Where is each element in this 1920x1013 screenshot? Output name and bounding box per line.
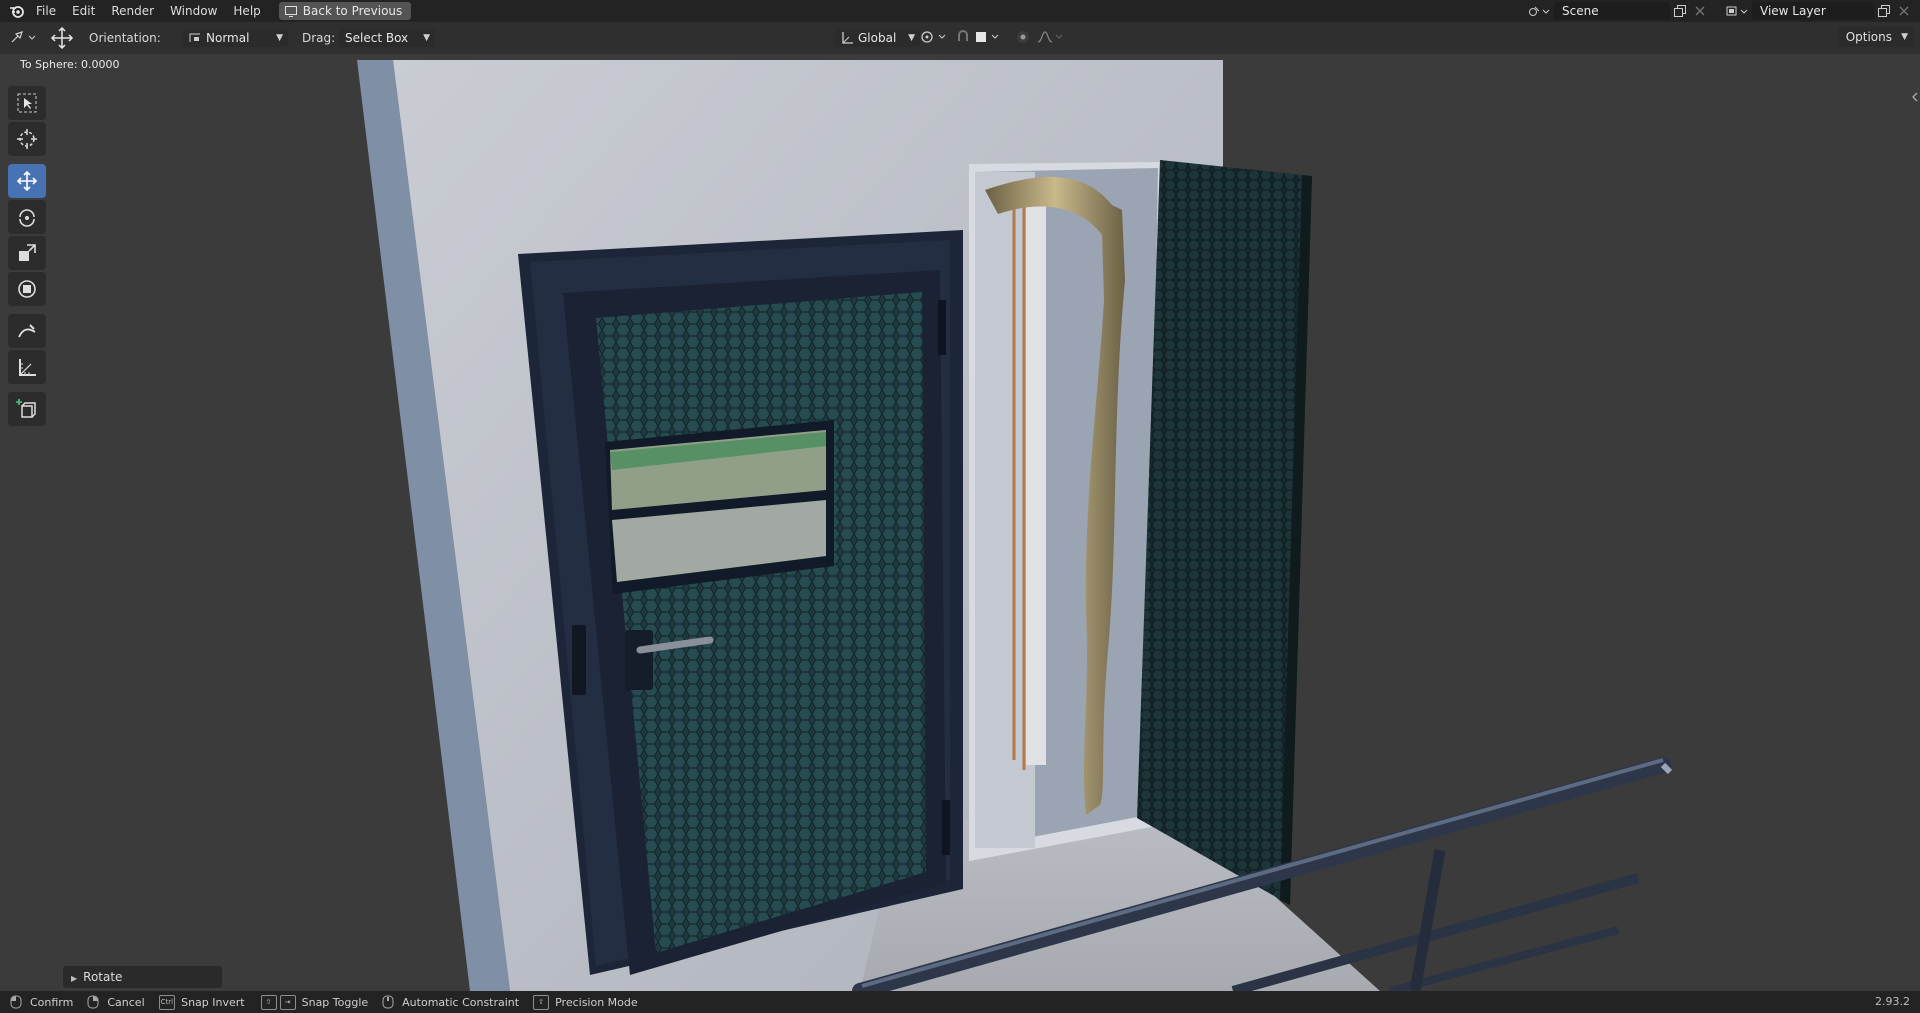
tool-rotate[interactable]: [8, 200, 46, 234]
new-scene-icon[interactable]: [1670, 2, 1690, 20]
transform-icon: [18, 280, 36, 298]
tool-annotate[interactable]: [8, 314, 46, 348]
mouse-right-icon: [87, 995, 99, 1009]
menu-file[interactable]: File: [28, 0, 64, 22]
scene-name-field[interactable]: Scene: [1554, 2, 1670, 20]
tool-select-box[interactable]: [8, 86, 46, 120]
mouse-middle-icon: [382, 995, 394, 1009]
orientation-label: Orientation:: [89, 31, 161, 45]
chevron-down-icon: ▼: [908, 33, 915, 43]
back-to-previous-button[interactable]: Back to Previous: [278, 2, 412, 20]
pivot-point-icon[interactable]: [920, 29, 950, 47]
menu-window[interactable]: Window: [162, 0, 225, 22]
measure-icon: [19, 359, 36, 376]
tool-move[interactable]: [8, 164, 46, 198]
chevron-down-icon: ▼: [276, 33, 283, 43]
status-automatic-constraint-label: Automatic Constraint: [402, 995, 520, 1009]
drag-value: Select Box: [345, 31, 409, 45]
blender-logo-icon[interactable]: [6, 0, 28, 22]
status-snap-invert: Ctrl Snap Invert: [158, 994, 245, 1010]
status-snap-toggle-label: Snap Toggle: [301, 995, 369, 1009]
transform-space-value: Global: [858, 31, 897, 45]
menu-render[interactable]: Render: [103, 0, 162, 22]
orientation-value: Normal: [206, 31, 250, 45]
status-cancel: Cancel: [87, 995, 145, 1009]
tab-key-icon: ⇥: [279, 994, 296, 1010]
orientation-dropdown[interactable]: Normal ▼: [182, 29, 288, 47]
annotate-icon: [18, 324, 36, 338]
status-precision-mode: ⇧ Precision Mode: [533, 994, 638, 1010]
tool-measure[interactable]: [8, 350, 46, 384]
delete-view-layer-icon[interactable]: [1894, 2, 1914, 20]
status-automatic-constraint: Automatic Constraint: [382, 995, 519, 1009]
top-menu-bar: File Edit Render Window Help Back to Pre…: [0, 0, 1920, 22]
view-layer-selector: View Layer: [1722, 0, 1914, 22]
move-tool-header-icon: [50, 26, 74, 50]
status-cancel-label: Cancel: [107, 995, 145, 1009]
ctrl-key-icon: Ctrl: [158, 994, 176, 1010]
global-axes-icon: [842, 32, 853, 44]
status-precision-mode-label: Precision Mode: [555, 995, 638, 1009]
menu-help[interactable]: Help: [225, 0, 268, 22]
viewport-scene-render: [357, 60, 1673, 991]
status-bar: Confirm Cancel Ctrl Snap Invert ⇧ ⇥ Snap…: [0, 991, 1920, 1013]
expand-triangle-icon: ▶: [71, 974, 78, 983]
status-snap-toggle: ⇧ ⇥ Snap Toggle: [260, 994, 369, 1010]
move-icon: [16, 170, 38, 192]
tool-header: Orientation: Normal ▼ Drag: Select Box ▼…: [0, 22, 1920, 54]
view-layer-browse-icon[interactable]: [1722, 2, 1752, 20]
scene-selector: Scene: [1524, 0, 1710, 22]
drag-label: Drag:: [302, 31, 336, 45]
screen-icon: [284, 5, 297, 17]
shift-key-icon: ⇧: [533, 994, 550, 1010]
3d-viewport[interactable]: [0, 54, 1920, 991]
back-to-previous-label: Back to Previous: [302, 4, 403, 18]
view-layer-name-field[interactable]: View Layer: [1752, 2, 1874, 20]
new-view-layer-icon[interactable]: [1874, 2, 1894, 20]
snap-toggle-icon[interactable]: [956, 29, 1004, 47]
status-confirm: Confirm: [10, 995, 73, 1009]
add-cube-icon: [16, 399, 36, 418]
options-label: Options: [1845, 30, 1892, 44]
chevron-down-icon: ▼: [423, 33, 430, 43]
chevron-down-icon: ▼: [1901, 32, 1908, 42]
status-snap-invert-label: Snap Invert: [181, 995, 245, 1009]
shift-key-icon: ⇧: [260, 994, 277, 1010]
sidebar-expand-icon[interactable]: [1910, 90, 1920, 104]
last-operator-label: Rotate: [83, 970, 123, 984]
select-box-icon: [17, 93, 37, 113]
scale-icon: [19, 244, 36, 261]
drag-dropdown[interactable]: Select Box ▼: [339, 29, 435, 47]
tool-cursor[interactable]: [8, 122, 46, 156]
tool-scale[interactable]: [8, 236, 46, 270]
cursor-icon: [17, 129, 37, 149]
orientation-icon: [189, 33, 200, 42]
operator-readout: To Sphere: 0.0000: [20, 58, 120, 71]
version-label: 2.93.2: [1875, 995, 1910, 1008]
last-operator-panel[interactable]: ▶ Rotate: [63, 966, 222, 988]
rotate-icon: [19, 209, 35, 227]
proportional-editing-icon[interactable]: [1014, 29, 1064, 47]
delete-scene-icon[interactable]: [1690, 2, 1710, 20]
left-toolbar: [8, 86, 48, 428]
tool-transform[interactable]: [8, 272, 46, 306]
mouse-left-icon: [10, 995, 22, 1009]
tool-add-cube[interactable]: [8, 392, 46, 426]
transform-orientation-dropdown[interactable]: Global ▼: [834, 29, 920, 47]
options-dropdown[interactable]: Options ▼: [1837, 27, 1914, 47]
status-confirm-label: Confirm: [30, 995, 74, 1009]
menu-edit[interactable]: Edit: [64, 0, 103, 22]
scene-browse-icon[interactable]: [1524, 2, 1554, 20]
editor-type-icon[interactable]: [10, 29, 40, 47]
